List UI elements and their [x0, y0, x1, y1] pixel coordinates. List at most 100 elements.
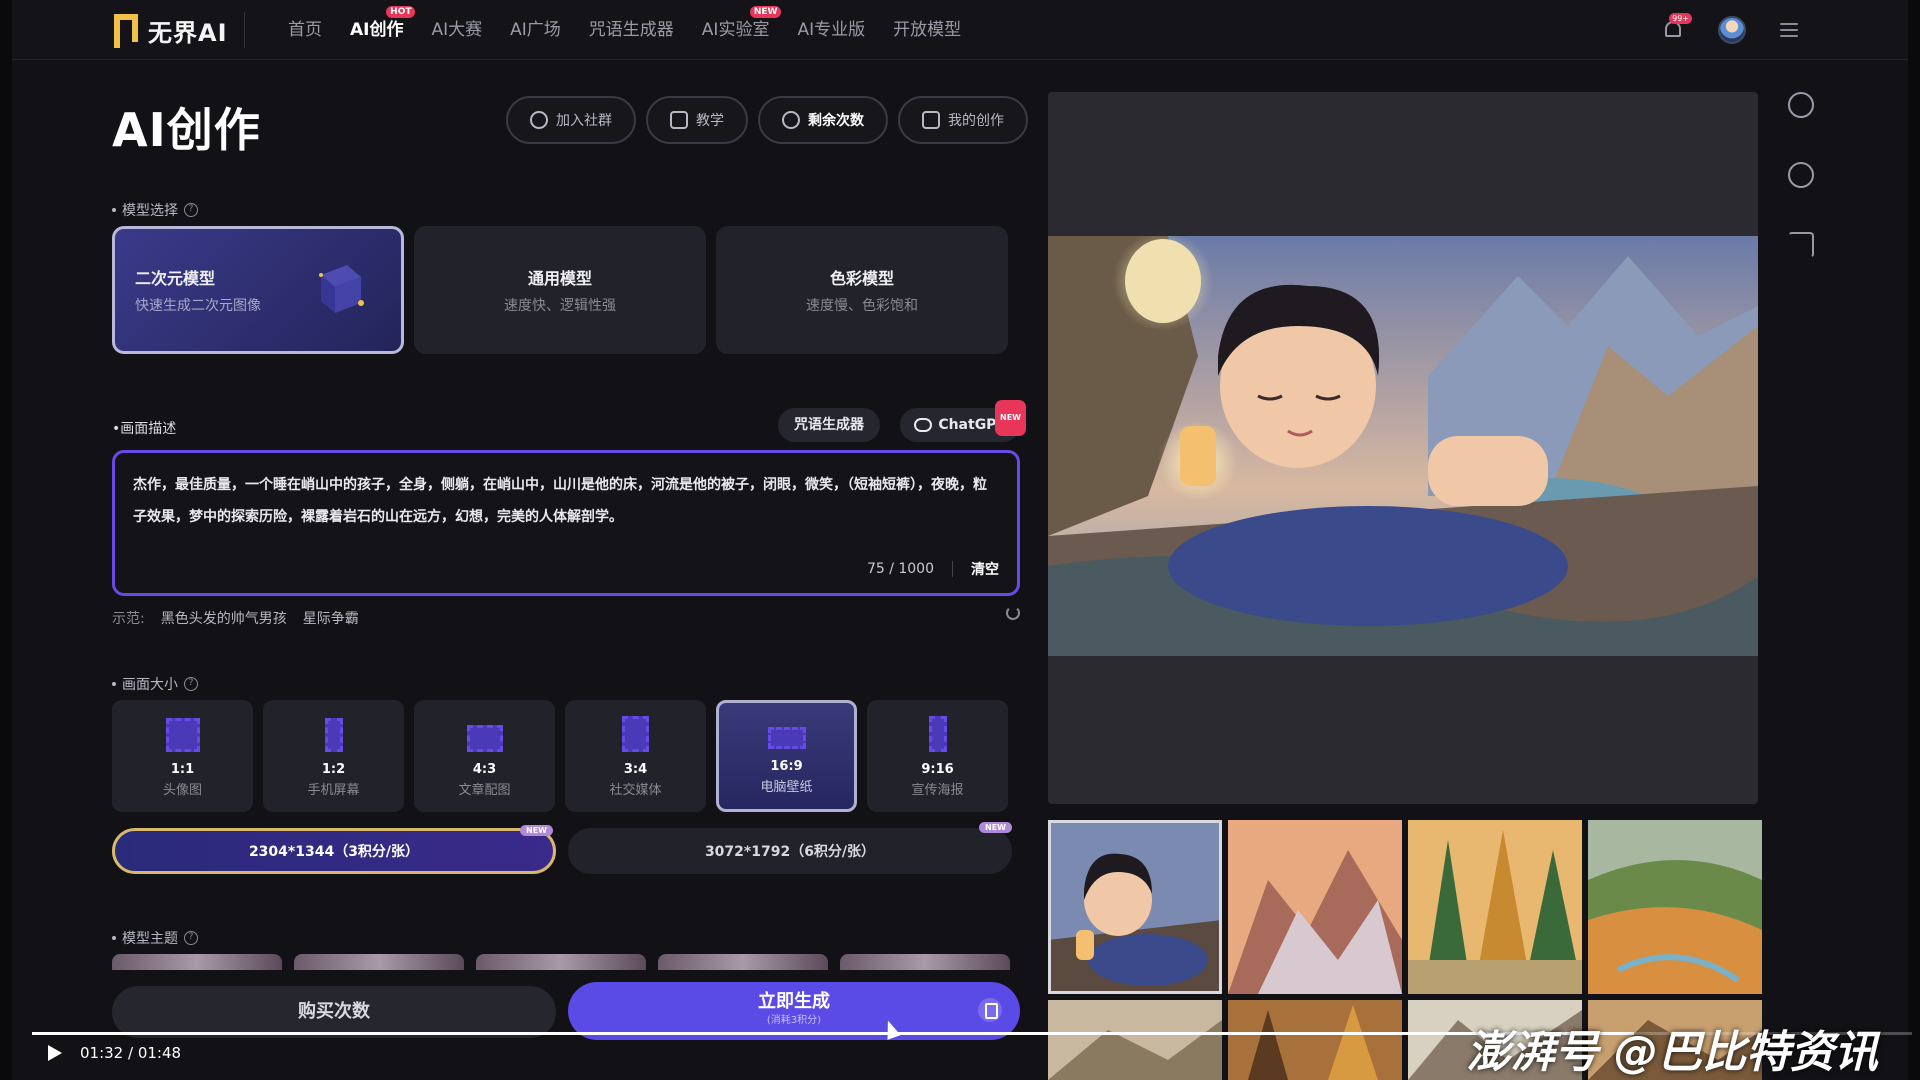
- ratio-label: 1:2: [321, 762, 346, 777]
- chatgpt-button[interactable]: ChatGPT NEW: [900, 400, 1026, 442]
- nav-item-ai-contest[interactable]: AI大赛: [417, 0, 496, 60]
- new-badge: NEW: [979, 822, 1012, 833]
- hexagon-icon: [782, 111, 800, 129]
- ratio-3-4-icon: [622, 716, 649, 752]
- nav-item-label: AI专业版: [797, 20, 866, 40]
- join-community-button[interactable]: 加入社群: [506, 96, 636, 144]
- thumbnail[interactable]: [1408, 820, 1582, 994]
- theme-thumb[interactable]: [112, 954, 282, 970]
- ratio-use: 文章配图: [458, 783, 511, 798]
- refresh-icon[interactable]: [1006, 606, 1020, 620]
- ratio-label: 9:16: [921, 762, 954, 777]
- ratio-use: 社交媒体: [609, 783, 662, 798]
- logo-text: 无界AI: [148, 18, 228, 47]
- model-card-general[interactable]: 通用模型 速度快、逻辑性强: [414, 226, 706, 354]
- thumbnail-art: [1228, 1000, 1402, 1080]
- prompt-generator-button[interactable]: 咒语生成器: [778, 408, 880, 442]
- help-icon[interactable]: ?: [184, 677, 198, 691]
- ratio-4-3-icon: [466, 725, 503, 752]
- nav-item-prompt-generator[interactable]: 咒语生成器: [575, 0, 688, 60]
- chatgpt-icon: [914, 418, 933, 432]
- logo-icon: [112, 10, 142, 50]
- avatar[interactable]: [1718, 16, 1746, 44]
- video-progress-fill: [32, 1032, 1634, 1035]
- resolution-label: 2304*1344（3积分/张）: [248, 844, 420, 860]
- model-card-title: 色彩模型: [829, 269, 894, 288]
- header-actions: 加入社群 教学 剩余次数 我的创作: [506, 96, 1028, 144]
- my-creations-button[interactable]: 我的创作: [898, 96, 1028, 144]
- model-card-subtitle: 快速生成二次元图像: [135, 298, 261, 314]
- thumbnail[interactable]: [1228, 820, 1402, 994]
- pill-label: 我的创作: [948, 113, 1004, 129]
- thumbnail[interactable]: [1228, 1000, 1402, 1080]
- generated-image-art: [1048, 236, 1758, 656]
- prompt-label-text: 画面描述: [120, 421, 177, 437]
- resolution-option-2304[interactable]: 2304*1344（3积分/张） NEW: [112, 825, 556, 874]
- new-badge: NEW: [749, 6, 782, 18]
- nav-item-open-models[interactable]: 开放模型: [879, 0, 975, 60]
- size-option-16-9[interactable]: 16:9 电脑壁纸: [716, 700, 857, 812]
- history-icon[interactable]: [1788, 92, 1814, 118]
- video-time: 01:32 / 01:48: [80, 1044, 182, 1062]
- clear-button[interactable]: 清空: [971, 559, 999, 579]
- theme-thumb[interactable]: [840, 954, 1010, 970]
- ratio-1-2-icon: [324, 718, 343, 752]
- size-option-9-16[interactable]: 9:16 宣传海报: [867, 700, 1008, 812]
- generated-image[interactable]: [1048, 236, 1758, 656]
- preview-panel: [1048, 92, 1758, 804]
- example-item[interactable]: 星际争霸: [303, 608, 359, 628]
- thumbnail[interactable]: [1048, 1000, 1222, 1080]
- play-icon[interactable]: [48, 1045, 62, 1061]
- nav-item-ai-square[interactable]: AI广场: [496, 0, 575, 60]
- notification-badge: 99+: [1669, 13, 1692, 24]
- example-item[interactable]: 黑色头发的帅气男孩: [161, 608, 287, 628]
- size-option-1-2[interactable]: 1:2 手机屏幕: [263, 700, 404, 812]
- logo[interactable]: 无界AI: [112, 8, 228, 52]
- new-badge: NEW: [520, 825, 553, 836]
- ratio-use: 头像图: [162, 783, 202, 798]
- theme-thumb[interactable]: [294, 954, 464, 970]
- nav-item-ai-pro[interactable]: AI专业版: [783, 0, 879, 60]
- theme-thumb[interactable]: [658, 954, 828, 970]
- menu-icon[interactable]: [1780, 23, 1798, 37]
- size-option-4-3[interactable]: 4:3 文章配图: [414, 700, 555, 812]
- ratio-label: 1:1: [170, 762, 195, 777]
- examples-row: 示范: 黑色头发的帅气男孩 星际争霸: [112, 606, 1020, 628]
- ratio-16-9-icon: [767, 727, 806, 749]
- resolution-option-3072[interactable]: 3072*1792（6积分/张） NEW: [568, 822, 1012, 874]
- size-option-1-1[interactable]: 1:1 头像图: [112, 700, 253, 812]
- help-icon[interactable]: ?: [184, 203, 198, 217]
- nav-item-label: AI大赛: [431, 20, 483, 40]
- thumbnail[interactable]: [1048, 820, 1222, 994]
- size-option-3-4[interactable]: 3:4 社交媒体: [565, 700, 706, 812]
- section-label-text: 模型选择: [122, 203, 178, 219]
- theme-thumb[interactable]: [476, 954, 646, 970]
- star-icon[interactable]: [1788, 162, 1814, 188]
- ratio-use: 电脑壁纸: [760, 780, 813, 795]
- pill-label: 剩余次数: [808, 113, 864, 129]
- preview-tools: [1788, 92, 1814, 258]
- share-icon[interactable]: [1788, 232, 1814, 258]
- nav-item-label: AI广场: [510, 20, 561, 40]
- page-title: AI创作: [112, 103, 261, 157]
- prompt-textarea[interactable]: 杰作，最佳质量，一个睡在峭山中的孩子，全身，侧躺，在峭山中，山川是他的床，河流是…: [112, 450, 1020, 596]
- size-options: 1:1 头像图 1:2 手机屏幕 4:3 文章配图 3:4 社交媒体 16:9 …: [112, 700, 1008, 812]
- theme-section-label: 模型主题?: [112, 928, 198, 948]
- pill-label: 教学: [696, 113, 724, 129]
- help-icon[interactable]: ?: [184, 931, 198, 945]
- tutorial-button[interactable]: 教学: [646, 96, 748, 144]
- nav-item-home[interactable]: 首页: [274, 0, 336, 60]
- model-card-color[interactable]: 色彩模型 速度慢、色彩饱和: [716, 226, 1008, 354]
- buy-credits-button[interactable]: 购买次数: [112, 986, 556, 1038]
- bell-icon[interactable]: 99+: [1662, 13, 1692, 41]
- remaining-count-button[interactable]: 剩余次数: [758, 96, 888, 144]
- thumbnail[interactable]: [1588, 820, 1762, 994]
- nav-item-ai-lab[interactable]: AI实验室 NEW: [688, 0, 784, 60]
- new-badge: NEW: [995, 400, 1026, 436]
- nav-right: 99+: [1662, 0, 1798, 60]
- prompt-text: 杰作，最佳质量，一个睡在峭山中的孩子，全身，侧躺，在峭山中，山川是他的床，河流是…: [133, 477, 987, 525]
- nav-item-ai-create[interactable]: AI创作 HOT: [336, 0, 417, 60]
- model-card-anime[interactable]: 二次元模型 快速生成二次元图像: [112, 226, 404, 354]
- ratio-label: 16:9: [770, 759, 803, 774]
- thumbnail-art: [1228, 820, 1402, 994]
